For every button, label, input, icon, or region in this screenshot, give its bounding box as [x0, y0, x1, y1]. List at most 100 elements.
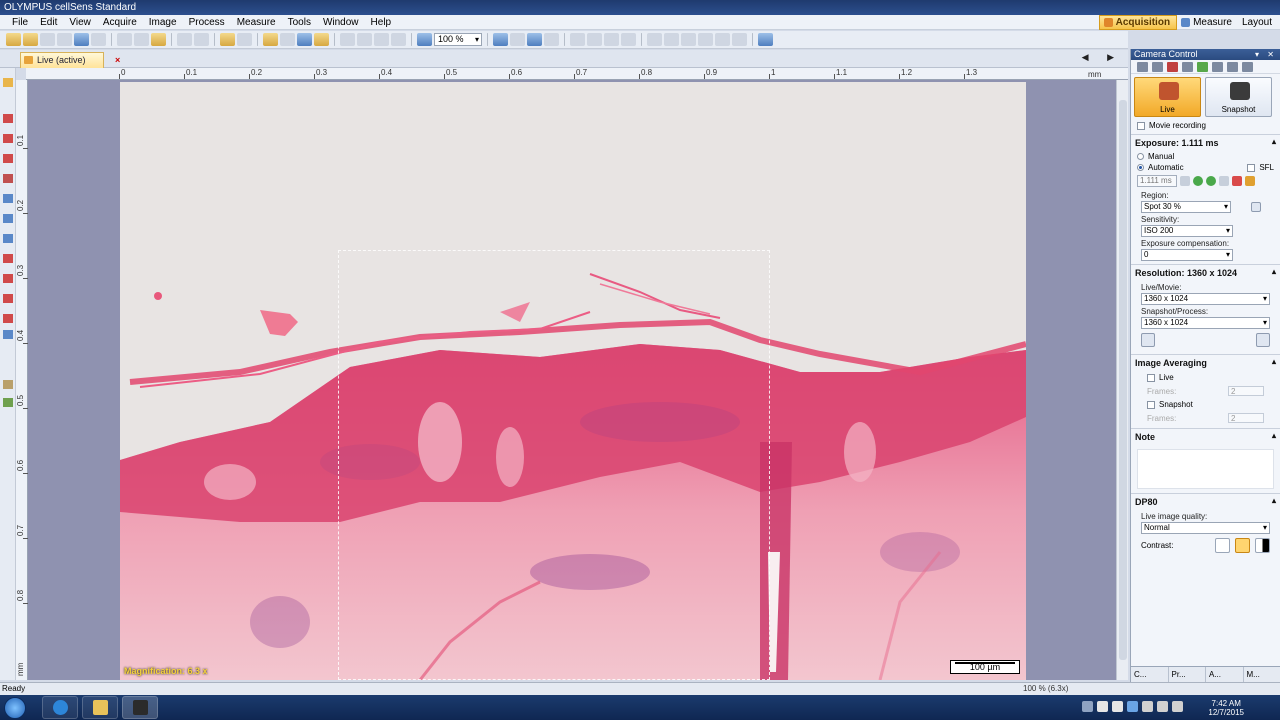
point-tool-icon[interactable] — [3, 114, 13, 123]
zoom-tool-icon[interactable] — [280, 33, 295, 46]
zoom-in-icon[interactable] — [493, 33, 508, 46]
layout-tab-acquisition[interactable]: Acquisition — [1098, 15, 1178, 30]
vertical-scrollbar[interactable] — [1116, 80, 1128, 680]
exposure-play-icon[interactable] — [1193, 176, 1203, 186]
clock[interactable]: 7:42 AM 12/7/2015 — [1208, 699, 1244, 717]
export-icon[interactable] — [715, 33, 730, 46]
export-settings-icon[interactable] — [1227, 61, 1238, 72]
manual-radio[interactable]: Manual — [1131, 151, 1280, 162]
white-balance-icon[interactable] — [1197, 61, 1208, 72]
pan-hand-icon[interactable] — [263, 33, 278, 46]
tray-stop-icon[interactable] — [1112, 701, 1123, 712]
record-icon[interactable] — [1167, 61, 1178, 72]
camera-icon[interactable] — [758, 33, 773, 46]
save-all-icon[interactable] — [57, 33, 72, 46]
circle-tool-icon[interactable] — [3, 314, 13, 323]
select-tool-icon[interactable] — [3, 78, 13, 87]
exposure-section-header[interactable]: Exposure: 1.111 ms ▴ — [1131, 134, 1280, 151]
movie-recording-checkbox[interactable]: Movie recording — [1131, 120, 1280, 131]
panel-tab-properties[interactable]: Pr... — [1169, 667, 1206, 682]
live-microscope-image[interactable]: Magnification: 6.3 x 100 µm — [120, 82, 1026, 680]
collapse-chevron-icon[interactable]: ▴ — [1272, 267, 1276, 276]
polyline-tool-icon[interactable] — [3, 154, 13, 163]
panel-tab-measure[interactable]: M... — [1244, 667, 1280, 682]
collapse-chevron-icon[interactable]: ▴ — [1272, 431, 1276, 440]
tray-pause-icon[interactable] — [1097, 701, 1108, 712]
cut-icon[interactable] — [117, 33, 132, 46]
overlay-icon[interactable] — [587, 33, 602, 46]
menu-image[interactable]: Image — [143, 15, 183, 30]
open-folder-icon[interactable] — [23, 33, 38, 46]
layout-icon[interactable] — [1182, 61, 1193, 72]
grid-icon[interactable] — [604, 33, 619, 46]
channel-icon[interactable] — [570, 33, 585, 46]
collapse-chevron-icon[interactable]: ▴ — [1272, 357, 1276, 366]
zoom-combo[interactable]: 100 % — [434, 33, 482, 46]
snapshot-resolution-select[interactable]: 1360 x 1024 — [1141, 317, 1270, 329]
redo-icon[interactable] — [194, 33, 209, 46]
more-icon[interactable] — [1242, 61, 1253, 72]
save-icon[interactable] — [40, 33, 55, 46]
roi-selection-rectangle[interactable] — [338, 250, 770, 680]
menu-view[interactable]: View — [63, 15, 97, 30]
note-section-header[interactable]: Note ▴ — [1131, 428, 1280, 445]
settings-icon[interactable] — [732, 33, 747, 46]
dp80-section-header[interactable]: DP80 ▴ — [1131, 493, 1280, 510]
averaging-snapshot-checkbox[interactable]: Snapshot — [1131, 398, 1280, 411]
region-frame-icon[interactable] — [1251, 202, 1261, 212]
averaging-live-frames-input[interactable]: 2 — [1228, 386, 1264, 396]
tray-arrow-icon[interactable] — [1082, 701, 1093, 712]
polygon-tool-icon[interactable] — [3, 274, 13, 283]
sensitivity-select[interactable]: ISO 200 — [1141, 225, 1233, 237]
start-button-icon[interactable] — [4, 697, 26, 719]
menu-window[interactable]: Window — [317, 15, 365, 30]
taskbar-cellsens-button[interactable] — [122, 696, 158, 719]
layout-tab-layout[interactable]: Layout — [1238, 15, 1278, 30]
live-button[interactable]: Live — [1134, 77, 1201, 117]
line-tool-icon[interactable] — [3, 134, 13, 143]
snapshot-button[interactable]: Snapshot — [1205, 77, 1272, 117]
undo-icon[interactable] — [177, 33, 192, 46]
crosshair-icon[interactable] — [357, 33, 372, 46]
scroll-thumb[interactable] — [1119, 100, 1127, 660]
histogram-icon[interactable] — [621, 33, 636, 46]
scalebar-tool-icon[interactable] — [3, 398, 13, 407]
actual-size-icon[interactable] — [544, 33, 559, 46]
averaging-live-checkbox[interactable]: Live — [1131, 371, 1280, 384]
frame-icon[interactable] — [647, 33, 662, 46]
select-icon[interactable] — [220, 33, 235, 46]
layout-tab-measure[interactable]: Measure — [1177, 15, 1238, 30]
document-tab-live[interactable]: Live (active) × — [20, 52, 120, 68]
paste-icon[interactable] — [134, 33, 149, 46]
exposure-step-icon[interactable] — [1219, 176, 1229, 186]
fit-to-window-icon[interactable] — [527, 33, 542, 46]
collapse-chevron-icon[interactable]: ▴ — [1272, 137, 1276, 146]
menu-measure[interactable]: Measure — [231, 15, 282, 30]
panel-pin-close-icon[interactable]: ▾ ✕ — [1255, 49, 1277, 60]
live-image-quality-select[interactable]: Normal — [1141, 522, 1270, 534]
sfl-checkbox[interactable] — [1247, 163, 1256, 172]
calibration-tool-icon[interactable] — [3, 380, 13, 389]
binning-icon[interactable] — [1141, 333, 1155, 347]
resolution-section-header[interactable]: Resolution: 1360 x 1024 ▴ — [1131, 264, 1280, 281]
panel-tab-acquisition[interactable]: A... — [1206, 667, 1244, 682]
magic-wand-icon[interactable] — [314, 33, 329, 46]
note-textarea[interactable] — [1137, 449, 1274, 489]
magic-tool-icon[interactable] — [3, 330, 13, 339]
print-icon[interactable] — [74, 33, 89, 46]
zoom-box-icon[interactable] — [297, 33, 312, 46]
angle-tool-icon[interactable] — [3, 194, 13, 203]
contrast-low-button[interactable] — [1215, 538, 1230, 553]
zoom-out-icon[interactable] — [510, 33, 525, 46]
process-icon[interactable] — [1212, 61, 1223, 72]
move-icon[interactable] — [340, 33, 355, 46]
menu-process[interactable]: Process — [183, 15, 231, 30]
layers-icon[interactable] — [681, 33, 696, 46]
rectangle-tool-icon[interactable] — [3, 254, 13, 263]
freehand-tool-icon[interactable] — [3, 214, 13, 223]
live-movie-resolution-select[interactable]: 1360 x 1024 — [1141, 293, 1270, 305]
panel-tab-camera[interactable]: C... — [1131, 667, 1169, 682]
pointer-icon[interactable] — [237, 33, 252, 46]
menu-file[interactable]: File — [6, 15, 34, 30]
delete-icon[interactable] — [391, 33, 406, 46]
